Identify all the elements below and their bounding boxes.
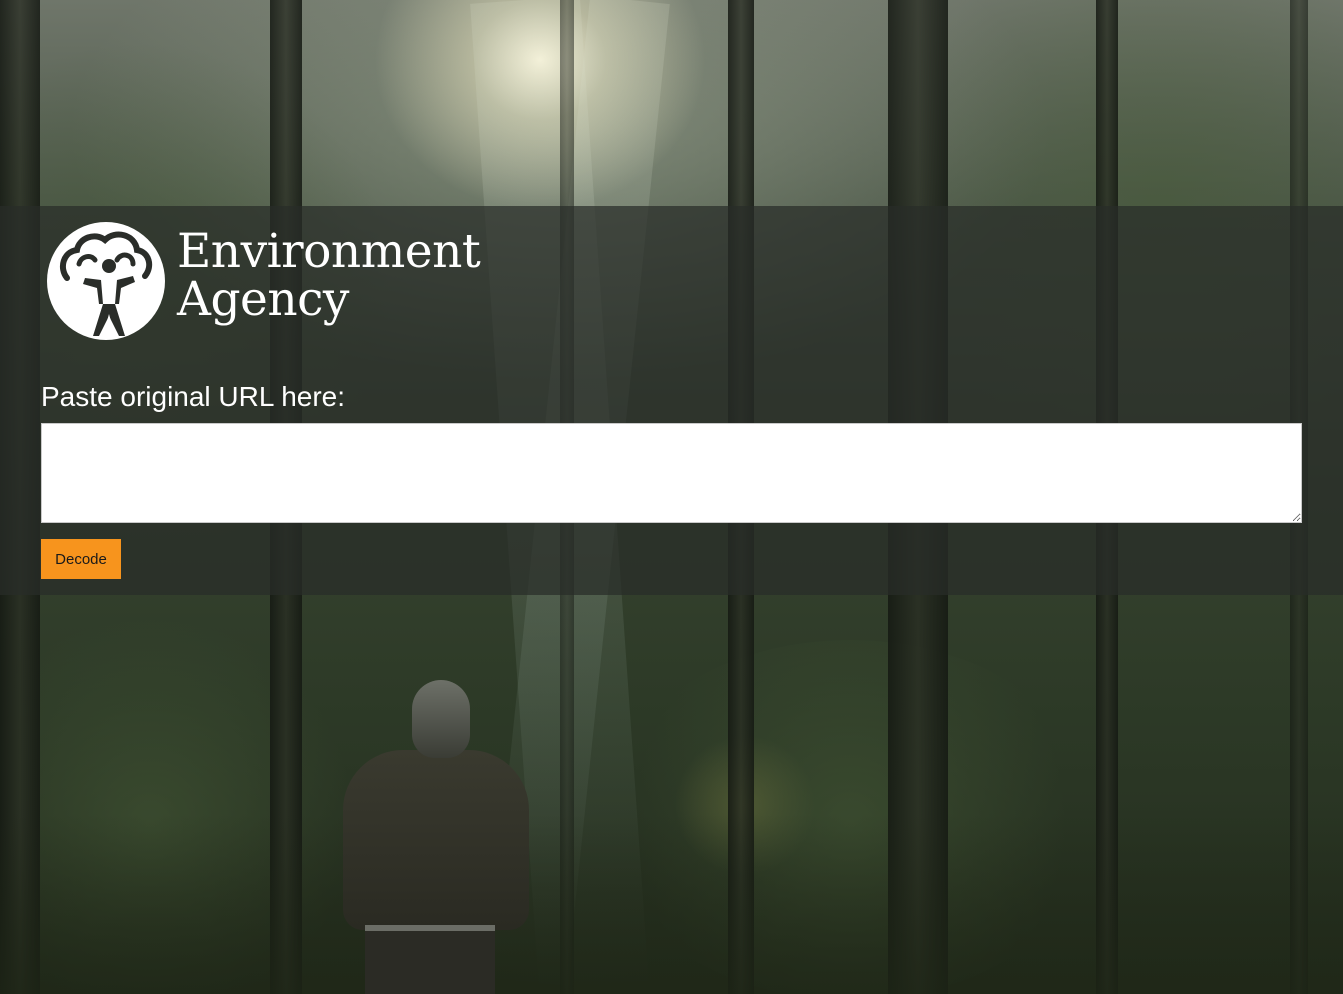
url-input[interactable]	[41, 423, 1302, 523]
brand-name-line1: Environment	[177, 224, 481, 279]
tree-person-icon	[47, 222, 165, 340]
forest-floor	[0, 814, 1343, 994]
brand-name-line2: Agency	[177, 272, 350, 327]
url-input-label: Paste original URL here:	[41, 381, 346, 412]
hiker-figure	[335, 680, 535, 994]
brand-name: Environment Agency	[177, 224, 481, 327]
environment-agency-logo: Environment Agency	[45, 220, 481, 342]
decode-button[interactable]: Decode	[41, 539, 121, 579]
